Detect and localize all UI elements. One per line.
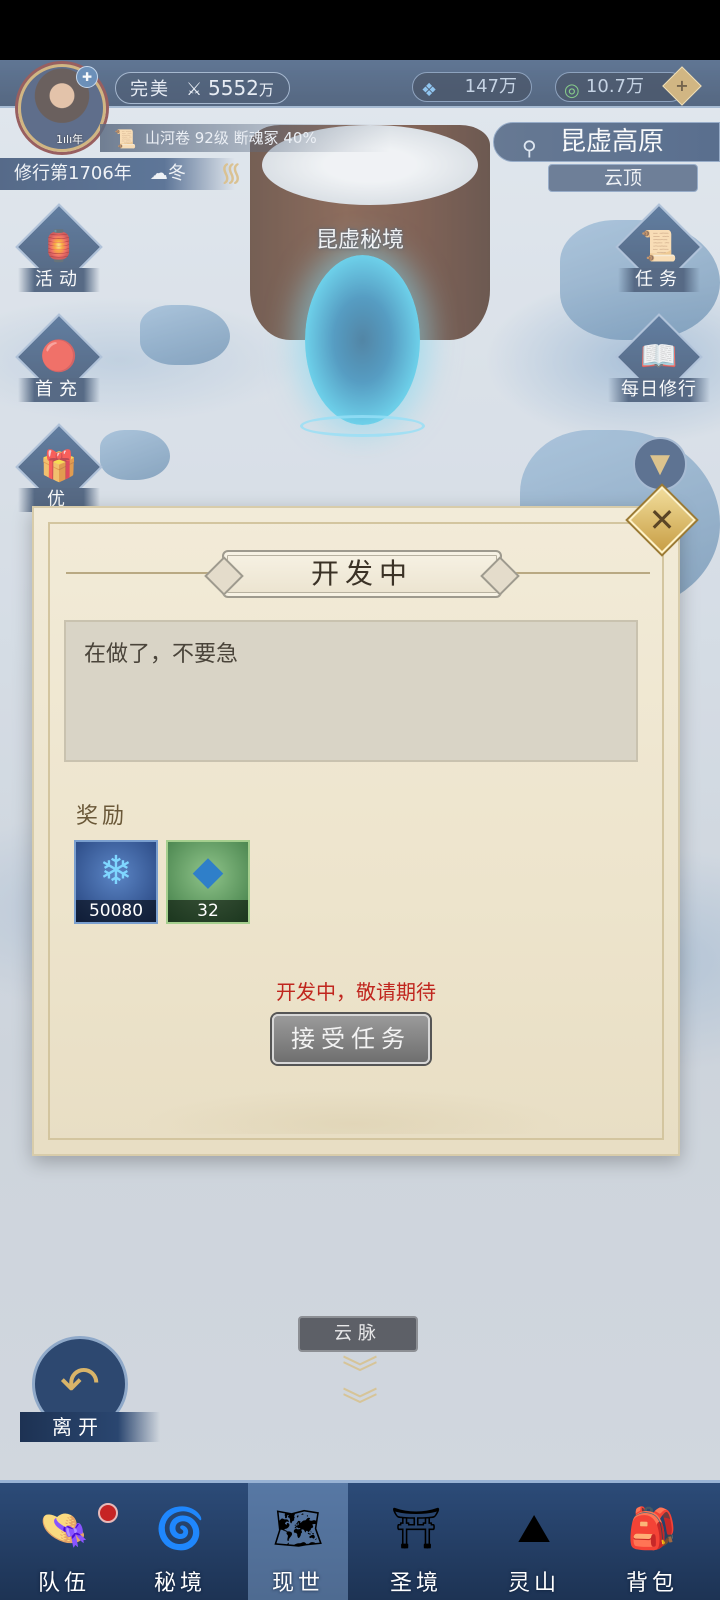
nav-label: 灵山 (507, 1571, 560, 1596)
close-icon: ✕ (648, 501, 676, 539)
team-icon: 👒 (39, 1506, 89, 1552)
chevron-down-icon: ︾ (341, 1386, 378, 1427)
reward-item[interactable]: ◆ 32 (166, 840, 250, 924)
nav-item-secret-realm[interactable]: 🌀 秘境 (130, 1483, 230, 1600)
leave-button[interactable]: ↶ 离开 (20, 1336, 160, 1446)
nav-item-holy-realm[interactable]: ⛩ 圣境 (366, 1483, 466, 1600)
blue-shard-icon: ◆ (192, 848, 224, 894)
reward-quantity: 50080 (76, 900, 156, 922)
bottom-navigation: 👒 队伍 🌀 秘境 🗺 现世 ⛩ 圣境 ⛰ 灵山 🎒 背包 (0, 1480, 720, 1600)
reward-quantity: 32 (168, 900, 248, 922)
status-bar (0, 0, 720, 60)
nav-label: 圣境 (389, 1571, 442, 1596)
task-dialog: 开发中 在做了，不要急 奖励 ❄ 50080 ◆ 32 开发中，敬请期待 接受任… (32, 506, 680, 1156)
notification-dot (98, 1503, 118, 1523)
nav-item-backpack[interactable]: 🎒 背包 (602, 1483, 702, 1600)
world-map-icon: 🗺 (272, 1506, 324, 1552)
nav-item-team[interactable]: 👒 队伍 (14, 1483, 118, 1600)
backpack-icon: 🎒 (627, 1506, 677, 1552)
nav-label: 秘境 (153, 1571, 206, 1596)
dialog-title: 开发中 (310, 557, 413, 590)
reward-item[interactable]: ❄ 50080 (74, 840, 158, 924)
spirit-mountain-icon: ⛰ (517, 1506, 551, 1552)
secret-realm-icon: 🌀 (155, 1506, 205, 1552)
description-text: 在做了，不要急 (84, 642, 239, 667)
description-box: 在做了，不要急 (64, 620, 638, 762)
accept-task-button[interactable]: 接受任务 (272, 1014, 430, 1064)
blue-crystal-icon: ❄ (99, 848, 133, 894)
nav-label: 队伍 (37, 1571, 90, 1596)
reward-title: 奖励 (76, 804, 129, 829)
dialog-title-plate: 开发中 (222, 550, 502, 598)
nav-label: 背包 (625, 1571, 678, 1596)
nav-item-spirit-mountain[interactable]: ⛰ 灵山 (484, 1483, 584, 1600)
holy-palace-icon: ⛩ (390, 1506, 442, 1552)
leave-label: 离开 (20, 1412, 160, 1442)
nav-label: 现世 (271, 1571, 324, 1596)
nav-item-world[interactable]: 🗺 现世 (248, 1483, 348, 1600)
cloud-vein-button[interactable]: 云脉 (298, 1316, 418, 1352)
development-notice: 开发中，敬请期待 (276, 980, 436, 1004)
